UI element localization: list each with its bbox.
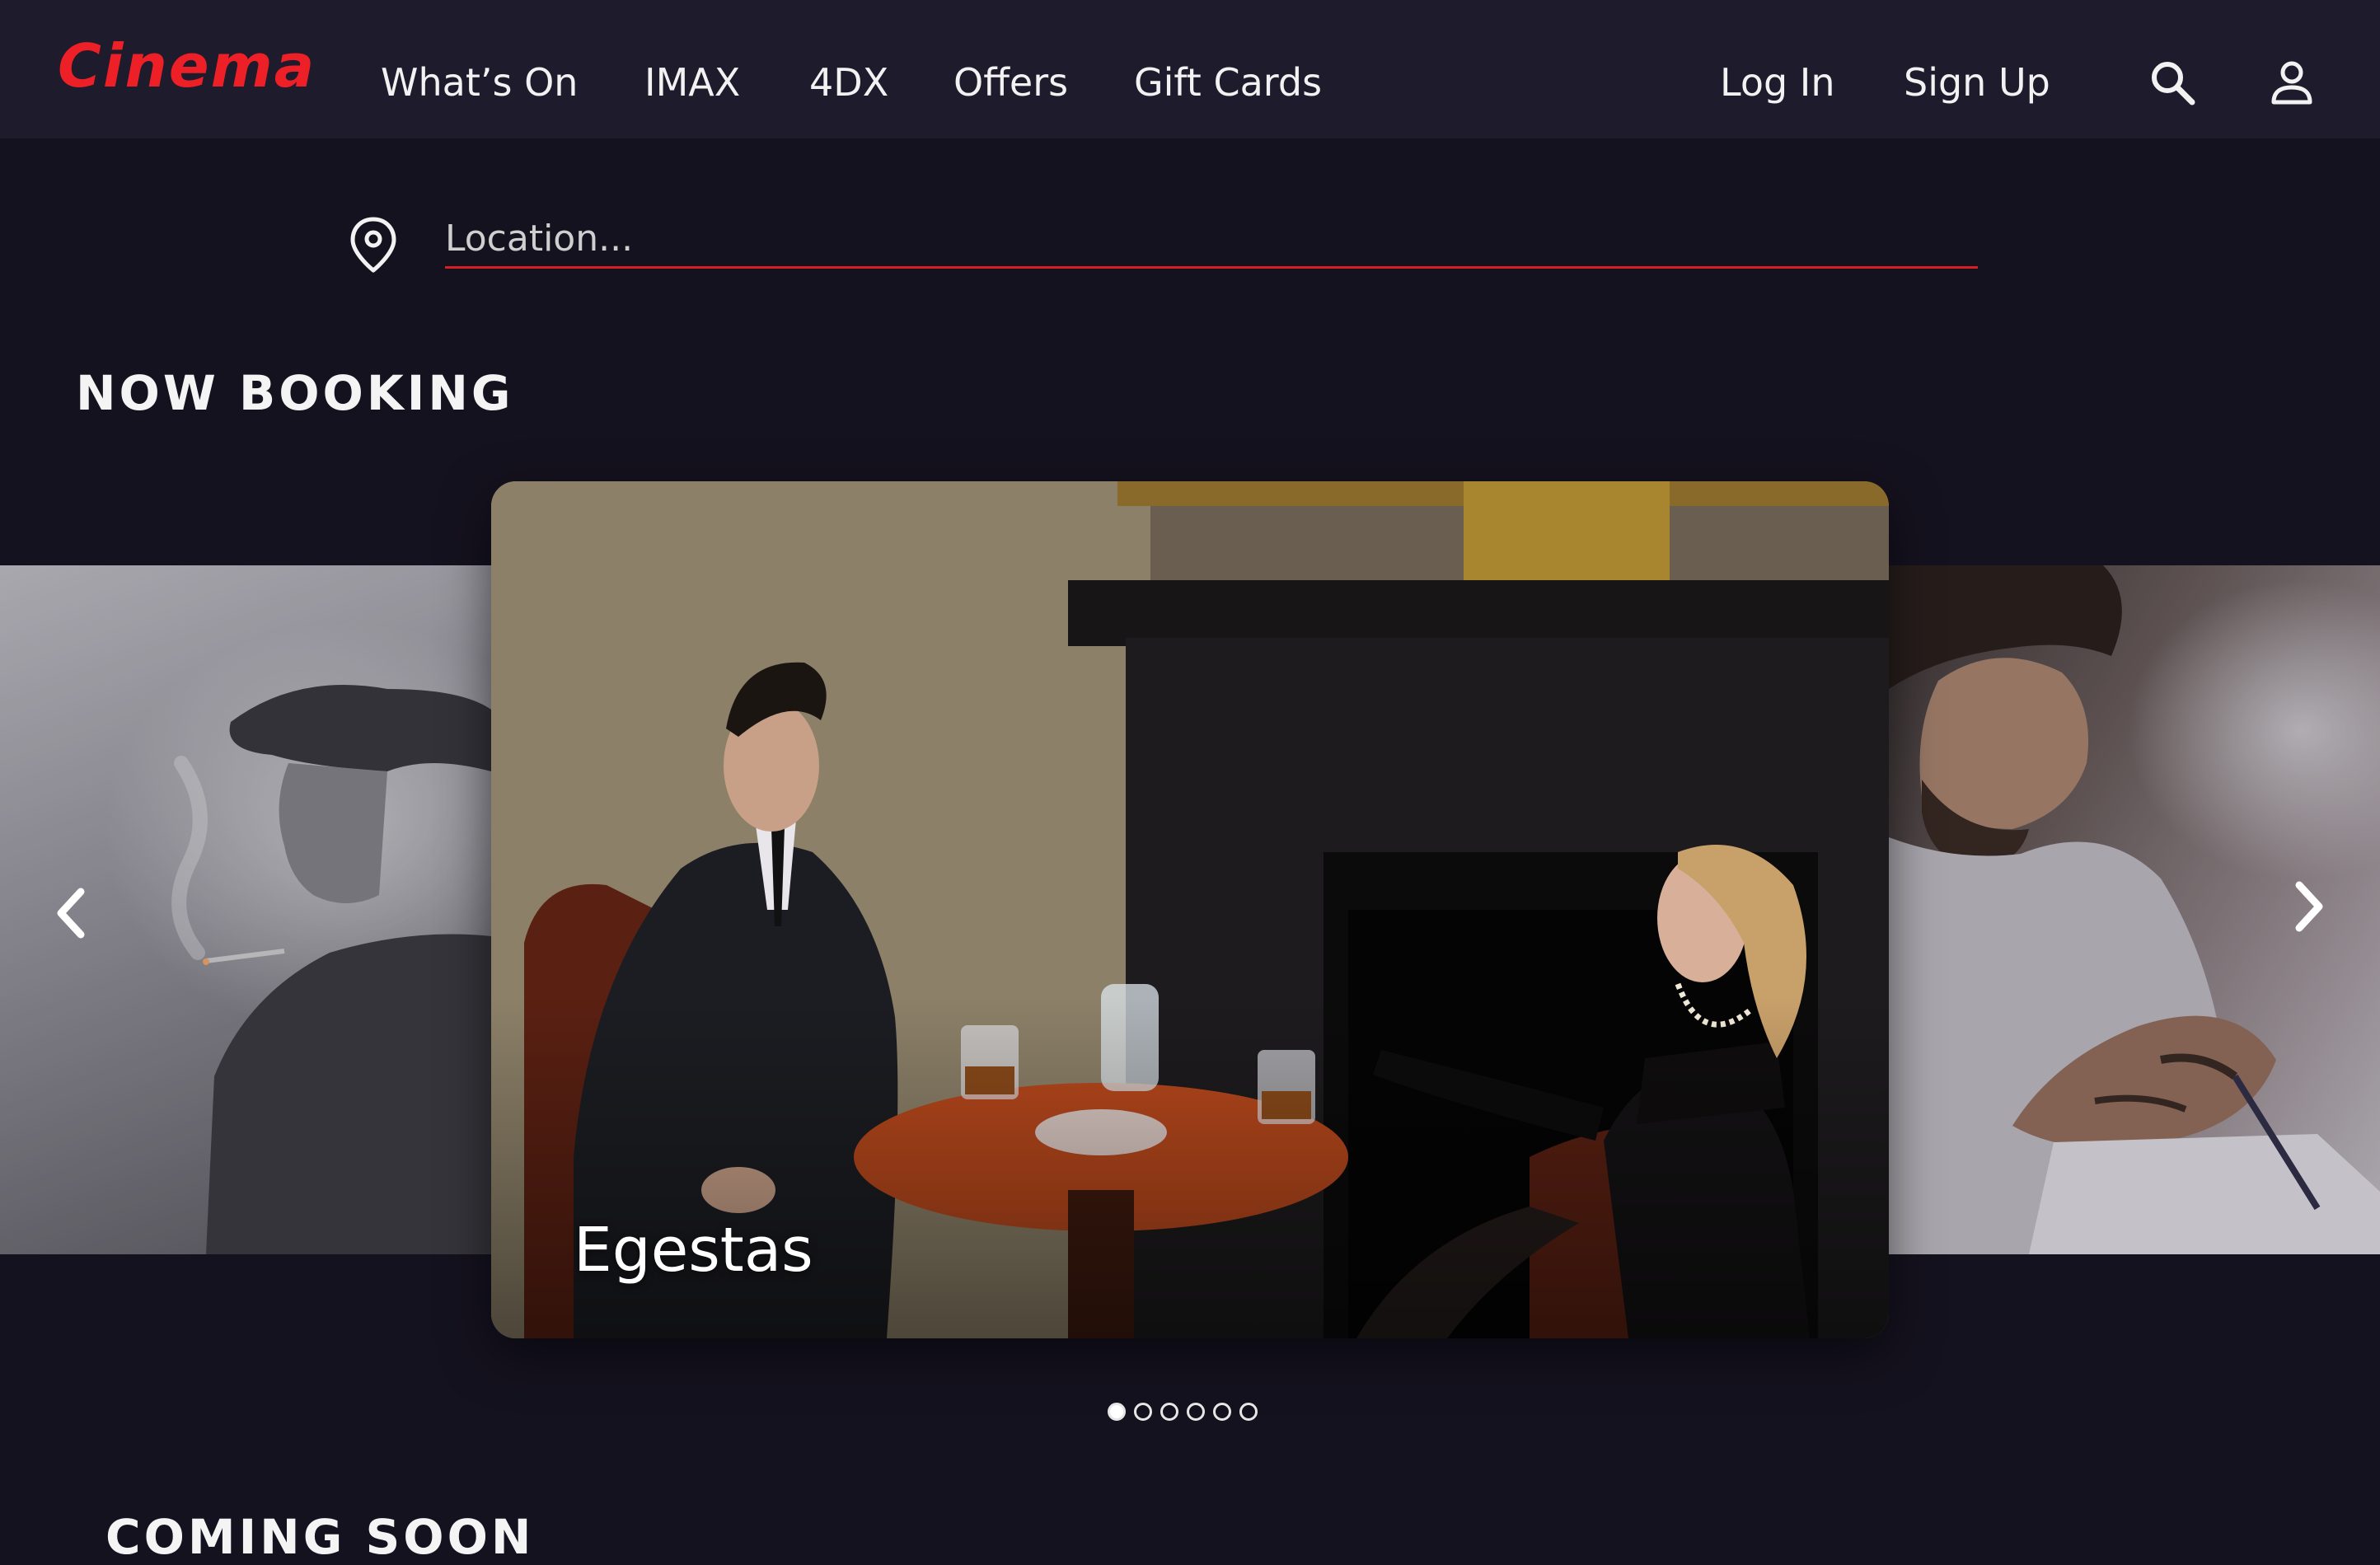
slide-caption: Egestas (574, 1215, 813, 1286)
coming-soon-title: COMING SOON (105, 1509, 535, 1565)
nav-link-4dx[interactable]: 4DX (809, 61, 888, 104)
location-input[interactable] (445, 211, 1978, 269)
nav-link-whats-on[interactable]: What’s On (381, 61, 578, 104)
carousel-dot-1[interactable] (1108, 1403, 1126, 1421)
carousel-prev-arrow[interactable] (48, 880, 97, 946)
nav-link-imax[interactable]: IMAX (644, 61, 740, 104)
carousel-dot-4[interactable] (1187, 1403, 1205, 1421)
nav-link-offers[interactable]: Offers (953, 61, 1068, 104)
carousel-next-arrow[interactable] (2283, 874, 2332, 939)
location-pin-icon (348, 216, 399, 274)
search-icon[interactable] (2148, 58, 2199, 109)
carousel-dot-2[interactable] (1134, 1403, 1152, 1421)
nav-link-gift-cards[interactable]: Gift Cards (1134, 61, 1322, 104)
user-icon[interactable] (2266, 58, 2317, 109)
carousel-slide-active[interactable]: Egestas (491, 481, 1889, 1338)
cinema-logo[interactable]: Cinema (58, 36, 316, 96)
signup-link[interactable]: Sign Up (1904, 61, 2050, 104)
carousel-pagination (1108, 1403, 1258, 1427)
now-booking-title: NOW BOOKING (76, 365, 514, 421)
top-navbar: Cinema What’s On IMAX 4DX Offers Gift Ca… (0, 0, 2380, 138)
carousel-dot-6[interactable] (1239, 1403, 1258, 1421)
carousel-dot-3[interactable] (1160, 1403, 1178, 1421)
login-link[interactable]: Log In (1720, 61, 1835, 104)
carousel-dot-5[interactable] (1213, 1403, 1231, 1421)
